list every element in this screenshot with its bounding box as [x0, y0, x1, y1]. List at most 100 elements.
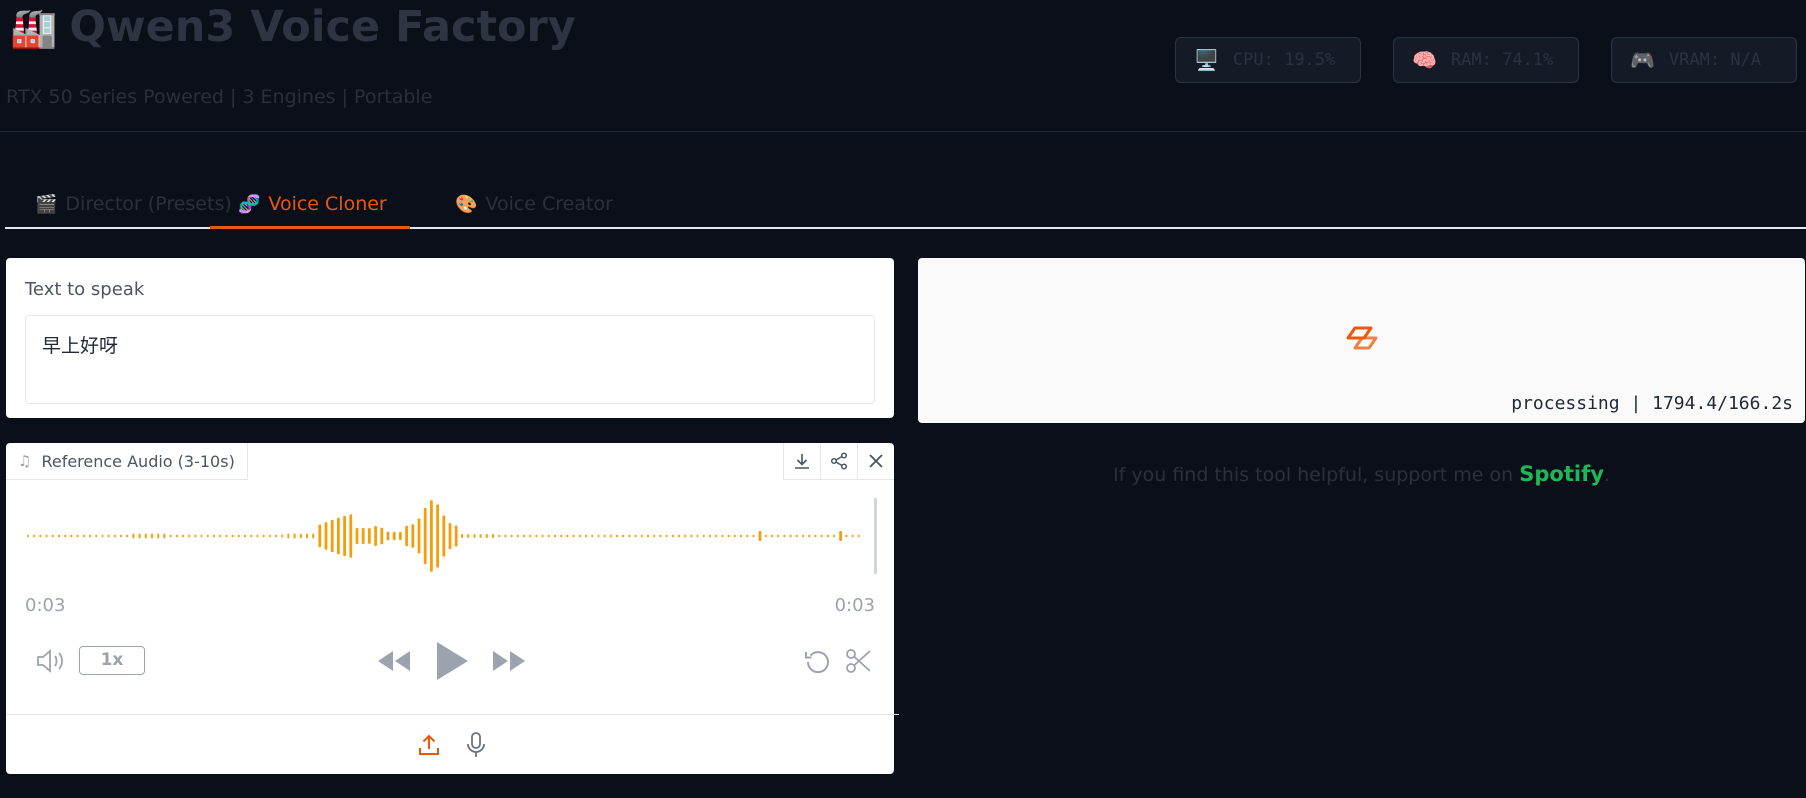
waveform-bar	[454, 525, 458, 547]
waveform-bar	[132, 533, 135, 539]
waveform-bar	[492, 534, 494, 538]
microphone-icon	[467, 732, 485, 757]
waveform[interactable]	[25, 498, 877, 574]
waveform-bar	[349, 514, 353, 558]
waveform-bar	[120, 534, 122, 538]
waveform-bar	[163, 533, 166, 539]
waveform-bar	[200, 534, 203, 538]
share-icon	[830, 452, 848, 470]
text-input-label: Text to speak	[25, 279, 145, 300]
app-header: 🏭 Qwen3 Voice Factory RTX 50 Series Power…	[0, 0, 1806, 132]
music-note-icon: ♫	[18, 452, 32, 470]
waveform-bar	[107, 534, 110, 538]
waveform-bar	[225, 534, 228, 538]
waveform-bar	[82, 534, 85, 538]
tab-bar: 🎬 Director (Presets) 🧬 Voice Cloner 🎨 Vo…	[5, 181, 1806, 229]
fast-forward-button[interactable]	[489, 645, 529, 677]
volume-button[interactable]	[32, 645, 70, 677]
vram-stat-label: VRAM: N/A	[1668, 50, 1762, 70]
waveform-bar	[262, 534, 265, 538]
waveform-bar	[485, 534, 488, 538]
factory-icon: 🏭	[10, 6, 58, 50]
share-button[interactable]	[820, 443, 857, 479]
waveform-bar	[690, 534, 693, 538]
waveform-bar	[833, 534, 835, 538]
waveform-bar	[250, 534, 253, 538]
waveform-bar	[138, 533, 141, 539]
waveform-bar	[845, 534, 848, 538]
waveform-bar	[380, 527, 384, 545]
waveform-bar	[795, 534, 798, 538]
waveform-bar	[547, 534, 550, 538]
waveform-bar	[628, 534, 631, 538]
app-title: 🏭 Qwen3 Voice Factory	[10, 2, 576, 52]
waveform-bar	[417, 518, 421, 554]
loading-spinner-icon	[1346, 326, 1378, 350]
tab-director[interactable]: 🎬 Director (Presets)	[35, 181, 232, 227]
waveform-bar	[851, 534, 854, 538]
waveform-bar	[566, 534, 569, 538]
play-button[interactable]	[430, 638, 474, 684]
waveform-bar	[188, 534, 191, 538]
waveform-bar	[777, 534, 780, 538]
waveform-bar	[665, 534, 668, 538]
waveform-bar	[640, 534, 643, 538]
waveform-bar	[808, 534, 811, 538]
reset-button[interactable]	[801, 645, 835, 677]
waveform-bar	[312, 533, 315, 539]
brain-icon: 🧠	[1412, 48, 1437, 72]
waveform-bar	[535, 534, 538, 538]
support-suffix: .	[1603, 464, 1610, 486]
output-panel: processing | 1794.4/166.2s	[918, 258, 1805, 423]
cpu-stat-badge: 🖥️ CPU: 19.5%	[1175, 37, 1361, 83]
microphone-button[interactable]	[459, 729, 493, 761]
tab-voice-creator[interactable]: 🎨 Voice Creator	[455, 181, 613, 227]
waveform-bar	[684, 534, 687, 538]
waveform-bar	[405, 525, 408, 547]
waveform-bar	[368, 528, 371, 544]
waveform-bar	[560, 534, 563, 538]
waveform-bar	[306, 533, 308, 539]
palette-icon: 🎨	[455, 193, 478, 215]
text-to-speak-input[interactable]: 早上好呀	[25, 315, 875, 404]
download-button[interactable]	[784, 443, 820, 479]
gamepad-icon: 🎮	[1630, 48, 1655, 72]
waveform-bar	[752, 534, 755, 538]
spotify-link[interactable]: Spotify	[1519, 462, 1604, 486]
waveform-bar	[430, 500, 433, 572]
waveform-bar	[275, 534, 277, 538]
waveform-bar	[256, 534, 259, 538]
tab-voice-cloner[interactable]: 🧬 Voice Cloner	[210, 181, 410, 229]
waveform-bar	[355, 528, 359, 544]
waveform-bar	[436, 504, 439, 568]
playhead-cursor[interactable]	[874, 498, 877, 574]
support-prefix: If you find this tool helpful, support m…	[1113, 464, 1520, 486]
monitor-icon: 🖥️	[1194, 48, 1219, 72]
waveform-bar	[591, 534, 594, 538]
trim-button[interactable]	[842, 645, 876, 677]
waveform-bar	[671, 534, 674, 538]
waveform-bar	[523, 534, 525, 538]
waveform-bar	[231, 534, 234, 538]
waveform-bar	[206, 534, 209, 538]
waveform-bar	[541, 534, 544, 538]
playback-speed-button[interactable]: 1x	[79, 646, 145, 675]
waveform-bar	[423, 507, 427, 565]
close-button[interactable]	[857, 443, 894, 479]
waveform-bar	[461, 534, 463, 538]
waveform-bar	[399, 532, 402, 540]
waveform-bar	[442, 515, 446, 557]
waveform-bar	[448, 523, 452, 550]
waveform-bar	[826, 534, 829, 538]
fast-forward-icon	[493, 651, 525, 671]
playback-controls: 1x	[6, 635, 899, 687]
support-message: If you find this tool helpful, support m…	[918, 462, 1805, 486]
waveform-bar	[411, 524, 415, 548]
upload-button[interactable]	[412, 729, 446, 761]
rewind-button[interactable]	[374, 645, 414, 677]
vram-stat-badge: 🎮 VRAM: N/A	[1611, 37, 1797, 83]
waveform-bar	[89, 534, 91, 538]
waveform-bar	[268, 534, 271, 538]
waveform-bar	[678, 534, 680, 538]
waveform-bar	[151, 533, 153, 539]
